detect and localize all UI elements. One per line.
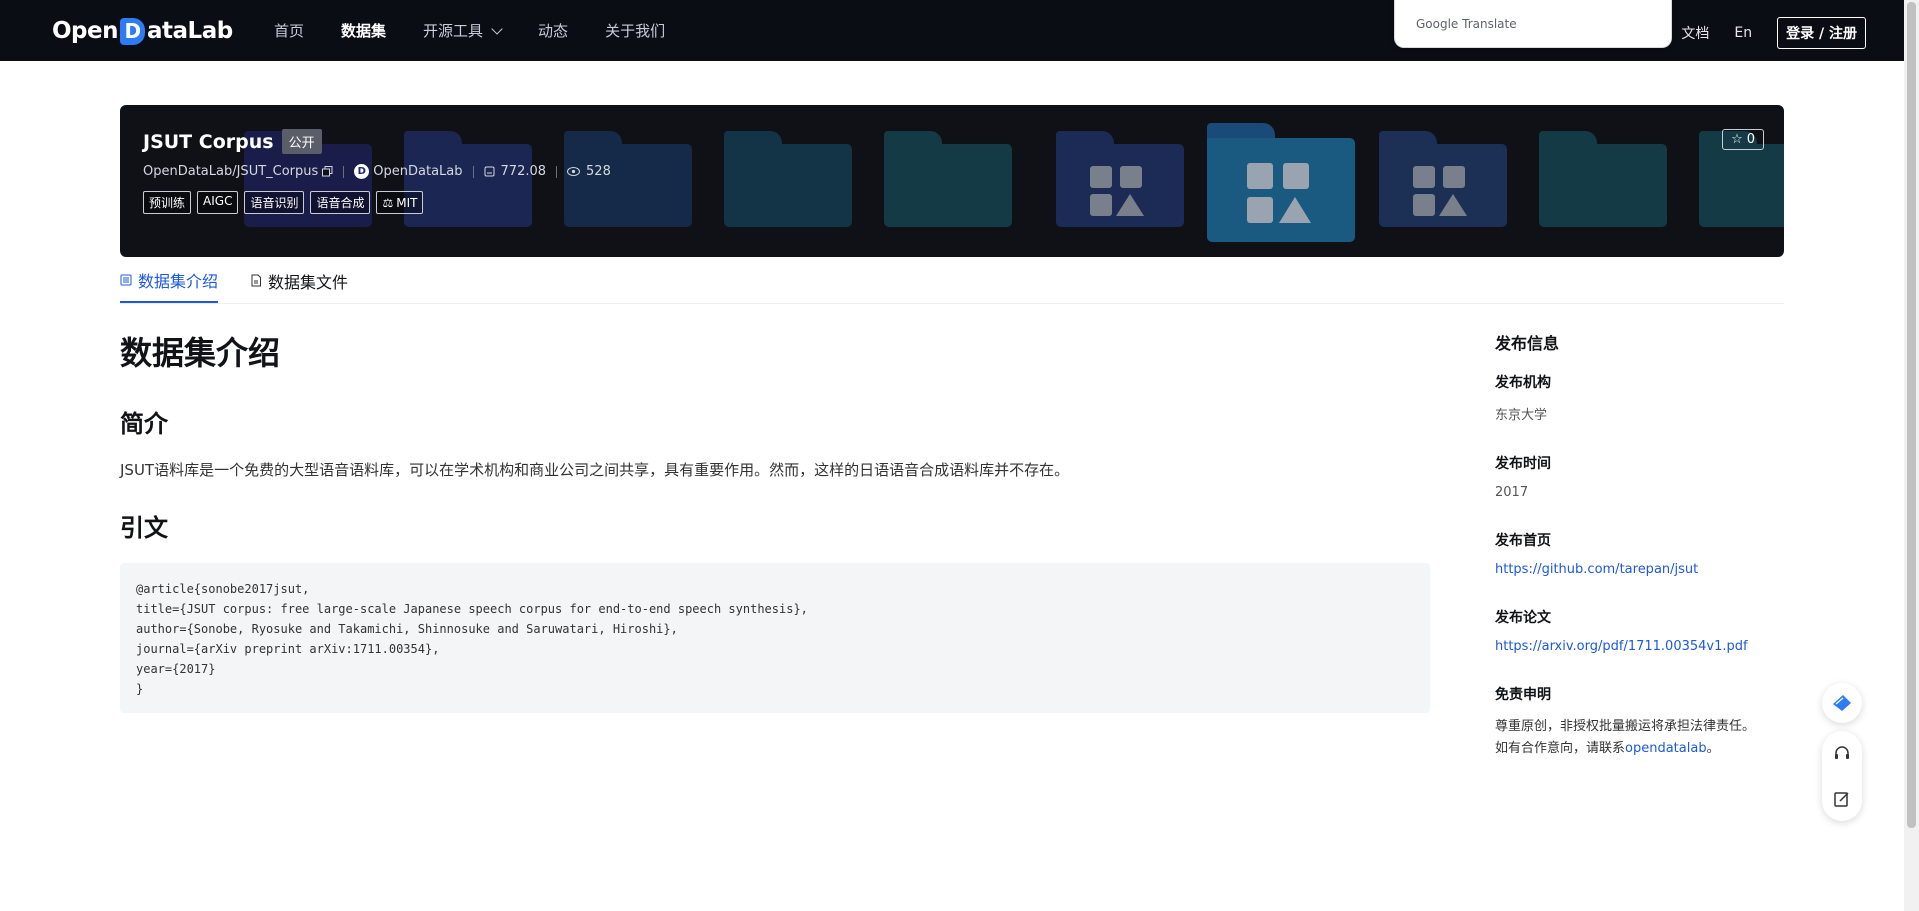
code-line: journal={arXiv preprint arXiv:1711.00354…	[136, 642, 440, 656]
publish-time-value: 2017	[1495, 485, 1529, 500]
nav-datasets[interactable]: 数据集	[341, 20, 386, 41]
list-icon	[120, 274, 132, 285]
dataset-title: JSUT Corpus	[143, 130, 274, 153]
contact-link[interactable]: opendatalab	[1625, 741, 1707, 756]
nav-home[interactable]: 首页	[274, 20, 304, 41]
disclaimer-line: 尊重原创，非授权批量搬运将承担法律责任。	[1495, 719, 1756, 734]
tag-speech-synthesis[interactable]: 语音合成	[310, 191, 371, 214]
star-count: 0	[1746, 132, 1755, 147]
disk-icon	[484, 166, 495, 177]
main-nav: 首页 数据集 开源工具 动态 关于我们	[274, 20, 702, 41]
homepage-label: 发布首页	[1495, 533, 1551, 549]
folder-graphic	[1379, 131, 1507, 227]
scale-icon: ⚖	[382, 195, 394, 210]
folder-graphic	[884, 131, 1012, 227]
content-tabs: 数据集介绍 数据集文件	[120, 268, 1784, 304]
login-button[interactable]: 登录 / 注册	[1777, 17, 1866, 49]
license-label: MIT	[396, 195, 418, 210]
nav-about[interactable]: 关于我们	[605, 20, 665, 41]
code-line: }	[136, 682, 144, 696]
edit-icon[interactable]	[1833, 790, 1851, 808]
opendatalab-logo[interactable]: Open D ataLab	[52, 17, 233, 45]
publisher-label: 发布机构	[1495, 375, 1551, 391]
tag-speech-recognition[interactable]: 语音识别	[244, 191, 305, 214]
paper-label: 发布论文	[1495, 610, 1551, 626]
code-line: title={JSUT corpus: free large-scale Jap…	[136, 602, 808, 616]
folder-graphic	[724, 131, 852, 227]
disclaimer-label: 免责申明	[1495, 687, 1551, 703]
tag-aigc[interactable]: AIGC	[197, 191, 239, 214]
docs-link[interactable]: 文档	[1681, 23, 1709, 43]
page-scrollbar[interactable]	[1904, 0, 1919, 911]
dataset-org-name: OpenDataLab	[373, 164, 463, 179]
separator	[472, 165, 474, 178]
paper-link[interactable]: https://arxiv.org/pdf/1711.00354v1.pdf	[1495, 639, 1748, 654]
dataset-header: JSUT Corpus 公开 OpenDataLab/JSUT_Corpus D…	[143, 129, 611, 214]
tag-pretrain[interactable]: 预训练	[143, 191, 192, 214]
support-tools	[1822, 731, 1862, 821]
dataset-org[interactable]: D OpenDataLab	[354, 164, 463, 179]
disclaimer-line: 如有合作意向，请联系	[1495, 741, 1626, 756]
citation-code-block[interactable]: @article{sonobe2017jsut, title={JSUT cor…	[120, 563, 1430, 713]
dataset-size: 772.08	[500, 164, 547, 179]
publish-info-title: 发布信息	[1495, 334, 1560, 353]
intro-heading: 简介	[120, 410, 168, 438]
nav-tools-label: 开源工具	[423, 22, 484, 40]
floating-toolbar	[1822, 683, 1864, 833]
star-button[interactable]: ☆ 0	[1722, 129, 1764, 150]
headset-icon[interactable]	[1833, 745, 1851, 763]
citation-heading: 引文	[120, 514, 168, 542]
org-logo: D	[354, 164, 370, 179]
folder-graphic-highlight	[1207, 123, 1355, 242]
tab-introduction[interactable]: 数据集介绍	[120, 268, 219, 303]
code-line: @article{sonobe2017jsut,	[136, 582, 310, 596]
chevron-down-icon	[491, 22, 503, 35]
dataset-path: OpenDataLab/JSUT_Corpus	[143, 164, 319, 179]
tab-files-label: 数据集文件	[268, 272, 349, 292]
scrollbar-thumb[interactable]	[1907, 2, 1916, 828]
tab-introduction-label: 数据集介绍	[138, 271, 219, 291]
file-icon	[251, 274, 262, 287]
copy-icon[interactable]	[322, 166, 333, 177]
logo-text-right: ataLab	[147, 18, 233, 44]
dataset-title-row: JSUT Corpus 公开	[143, 129, 611, 154]
google-translate-popup[interactable]: Google Translate	[1394, 0, 1672, 48]
feather-icon	[1833, 695, 1851, 711]
intro-text: JSUT语料库是一个免费的大型语音语料库，可以在学术机构和商业公司之间共享，具有…	[120, 461, 1070, 479]
assistant-button[interactable]	[1822, 683, 1862, 723]
homepage-link[interactable]: https://github.com/tarepan/jsut	[1495, 562, 1698, 577]
logo-mark: D	[120, 17, 145, 45]
disclaimer-text: 尊重原创，非授权批量搬运将承担法律责任。 如有合作意向，请联系opendatal…	[1495, 716, 1785, 760]
tag-list: 预训练 AIGC 语音识别 语音合成 ⚖ MIT	[143, 191, 611, 214]
visibility-badge: 公开	[281, 129, 322, 154]
language-toggle[interactable]: En	[1734, 25, 1752, 41]
nav-news[interactable]: 动态	[538, 20, 568, 41]
code-line: author={Sonobe, Ryosuke and Takamichi, S…	[136, 622, 678, 636]
separator	[343, 165, 345, 178]
dataset-meta: OpenDataLab/JSUT_Corpus D OpenDataLab 772…	[143, 164, 611, 179]
eye-icon	[567, 167, 581, 176]
disclaimer-end: 。	[1706, 741, 1720, 756]
page-title: 数据集介绍	[120, 334, 281, 372]
top-navbar: Open D ataLab 首页 数据集 开源工具 动态 关于我们 Google…	[0, 0, 1904, 61]
dataset-views: 528	[586, 164, 611, 179]
publisher-value: 东京大学	[1495, 408, 1548, 423]
folder-graphic	[1539, 131, 1667, 227]
header-right: 文档 En 登录 / 注册	[1681, 17, 1866, 49]
google-translate-label: Google Translate	[1416, 17, 1517, 31]
tab-files[interactable]: 数据集文件	[250, 268, 348, 303]
license-tag[interactable]: ⚖ MIT	[376, 191, 424, 214]
dataset-banner: JSUT Corpus 公开 OpenDataLab/JSUT_Corpus D…	[120, 105, 1784, 257]
folder-graphic	[1056, 131, 1184, 227]
publish-info-panel: 发布信息 发布机构 东京大学 发布时间 2017 发布首页 https://gi…	[1495, 330, 1785, 760]
logo-text-left: Open	[52, 18, 119, 44]
code-line: year={2017}	[136, 662, 216, 676]
separator	[556, 165, 558, 178]
dataset-description: 数据集介绍 简介 JSUT语料库是一个免费的大型语音语料库，可以在学术机构和商业…	[120, 328, 1430, 713]
star-icon: ☆	[1731, 132, 1743, 147]
publish-time-label: 发布时间	[1495, 456, 1551, 472]
nav-tools[interactable]: 开源工具	[423, 20, 503, 41]
